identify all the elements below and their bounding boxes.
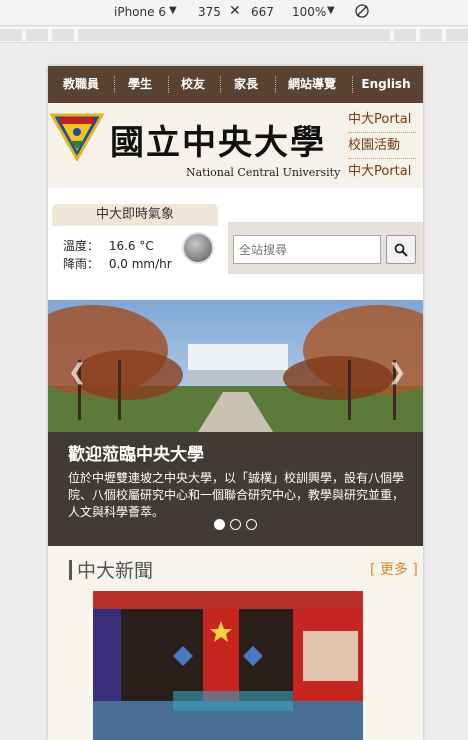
nav-item-english[interactable]: English (357, 66, 415, 103)
search-icon (394, 243, 408, 257)
campus-photo (48, 300, 423, 432)
rainfall-row: 降雨： 0.0 mm/hr (63, 255, 172, 272)
next-slide-icon[interactable]: ❯ (388, 360, 406, 385)
rainfall-label: 降雨： (63, 257, 100, 271)
hero-slider: ❮ ❯ 歡迎蒞臨中央大學 位於中壢雙連坡之中央大學，以「誠樸」校訓興學，設有八個… (48, 300, 423, 546)
slide-title: 歡迎蒞臨中央大學 (68, 445, 204, 465)
zoom-select[interactable]: 100% (292, 5, 326, 19)
nav-item-students[interactable]: 學生 (119, 66, 161, 103)
top-navigation: 教職員 學生 校友 家長 網站導覽 English (48, 66, 423, 103)
device-select[interactable]: iPhone 6 (114, 5, 166, 19)
nav-item-alumni[interactable]: 校友 (172, 66, 214, 103)
campus-activities-link[interactable]: 校園活動 (348, 133, 416, 159)
slide-dot-3[interactable] (246, 519, 257, 530)
university-emblem[interactable] (49, 113, 105, 163)
device-dropdown-icon[interactable]: ▼ (169, 5, 177, 16)
news-heading: 中大新聞 (77, 560, 154, 582)
portal-link[interactable]: 中大Portal (348, 107, 416, 133)
logo-chinese: 國立中央大學 (110, 123, 326, 163)
temperature-row: 溫度： 16.6 °C (63, 237, 154, 254)
news-photo[interactable] (93, 591, 363, 740)
temperature-value: 16.6 °C (108, 239, 154, 253)
portal-link-2[interactable]: 中大Portal (348, 159, 416, 185)
news-section: 中大新聞 [ 更多 ] (48, 546, 423, 740)
logo-english: National Central University (186, 166, 341, 179)
news-title-bar (69, 560, 72, 580)
height-field[interactable]: 667 (251, 5, 274, 19)
site-header: 國立中央大學 National Central University 中大Por… (48, 103, 423, 188)
search-input[interactable] (233, 235, 381, 264)
cloudy-weather-icon (182, 232, 214, 264)
rainfall-value: 0.0 mm/hr (108, 257, 172, 271)
news-more-link[interactable]: [ 更多 ] (370, 559, 418, 579)
slide-dot-1[interactable] (214, 519, 225, 530)
nav-item-sitemap[interactable]: 網站導覽 (280, 66, 344, 103)
weather-widget: 中大即時氣象 溫度： 16.6 °C 降雨： 0.0 mm/hr (48, 200, 222, 290)
devtools-toolbar: iPhone 6 ▼ 375 ✕ 667 100% ▼ (0, 0, 468, 26)
nav-item-staff[interactable]: 教職員 (56, 66, 106, 103)
width-field[interactable]: 375 (198, 5, 221, 19)
nav-item-parents[interactable]: 家長 (225, 66, 267, 103)
slide-dot-2[interactable] (230, 519, 241, 530)
rotate-icon[interactable] (354, 3, 370, 22)
slide-description: 位於中壢雙連坡之中央大學，以「誠樸」校訓興學，設有八個學院、八個校屬研究中心和一… (68, 471, 405, 519)
weather-title: 中大即時氣象 (52, 204, 218, 226)
search-box (228, 222, 423, 274)
slide-caption: 歡迎蒞臨中央大學 位於中壢雙連坡之中央大學，以「誠樸」校訓興學，設有八個學院、八… (48, 432, 423, 546)
temperature-label: 溫度： (63, 239, 100, 253)
media-query-ruler (0, 27, 468, 43)
prev-slide-icon[interactable]: ❮ (68, 360, 86, 385)
dimension-x-icon: ✕ (229, 3, 241, 19)
zoom-dropdown-icon[interactable]: ▼ (327, 5, 335, 16)
search-button[interactable] (386, 235, 416, 264)
device-viewport: 教職員 學生 校友 家長 網站導覽 English 國立中央大學 Nationa… (48, 66, 423, 740)
